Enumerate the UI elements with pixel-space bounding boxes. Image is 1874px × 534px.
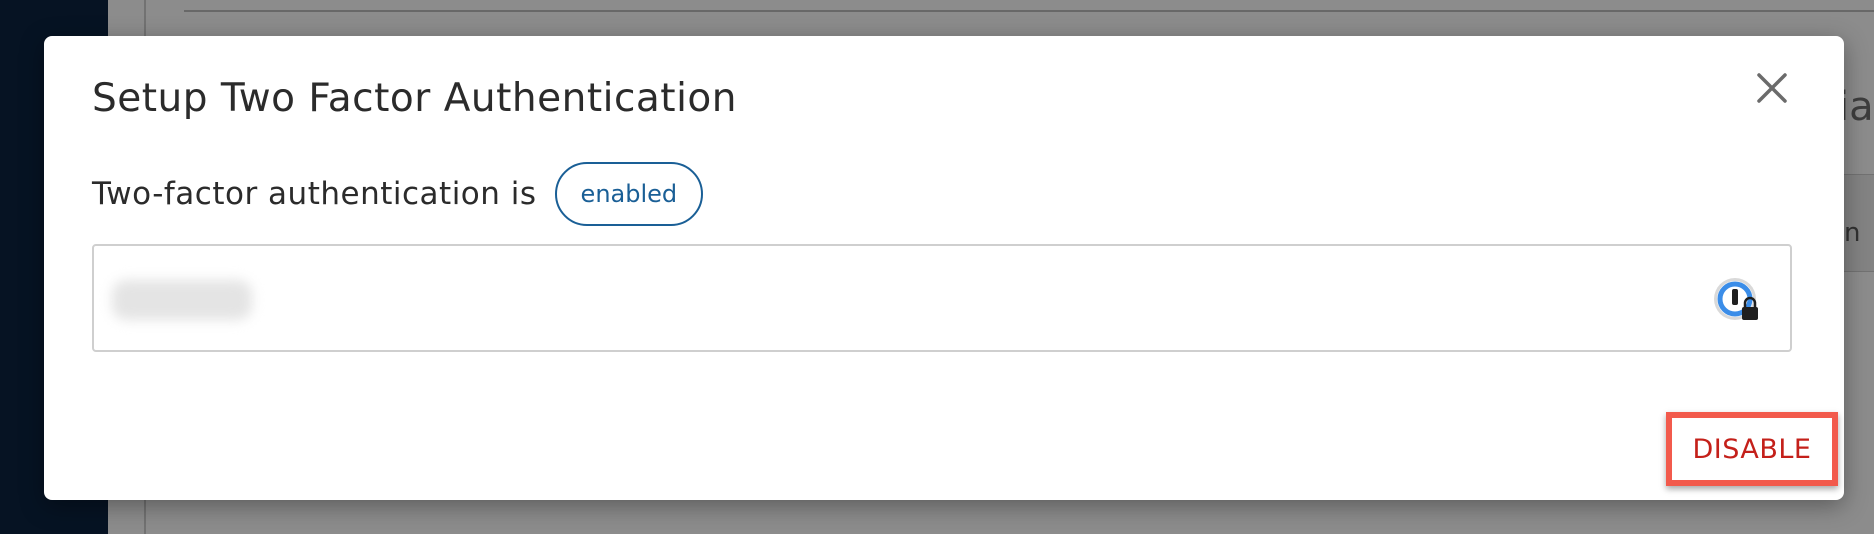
dialog-title: Setup Two Factor Authentication	[92, 76, 738, 121]
password-manager-button[interactable]	[1712, 276, 1762, 326]
status-label: Two-factor authentication is	[92, 176, 537, 212]
redacted-value	[112, 280, 252, 320]
status-row: Two-factor authentication is enabled	[92, 162, 704, 226]
close-button[interactable]	[1750, 66, 1794, 110]
disable-button-label: DISABLE	[1692, 433, 1812, 465]
authenticator-code-field[interactable]	[92, 244, 1792, 352]
disable-button[interactable]: DISABLE	[1666, 412, 1838, 486]
password-manager-icon	[1714, 278, 1758, 320]
status-badge: enabled	[554, 162, 704, 226]
close-icon	[1757, 73, 1787, 103]
two-factor-dialog: Setup Two Factor Authentication Two-fact…	[44, 36, 1844, 500]
